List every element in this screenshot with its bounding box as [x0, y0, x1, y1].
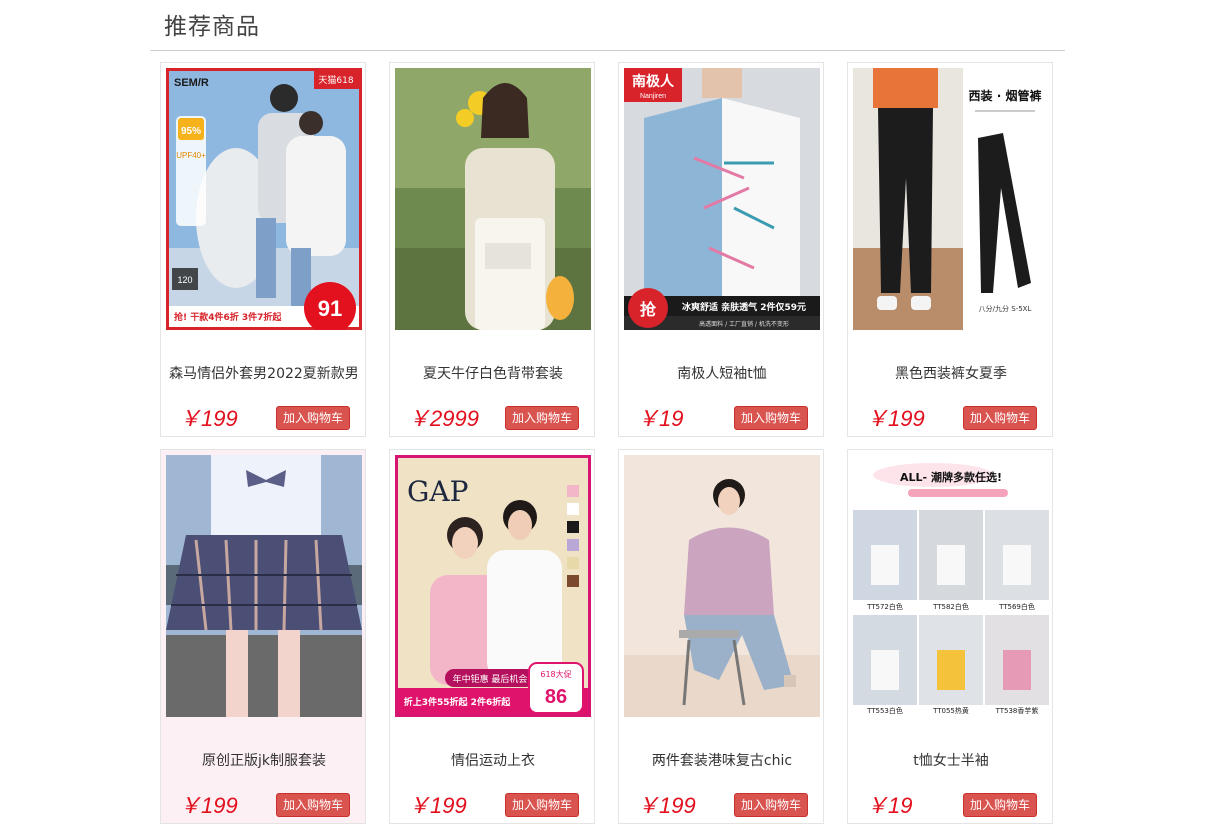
variant-caption: TT553白色 [866, 706, 903, 715]
brand-logo: 南极人 [632, 73, 675, 90]
promo-tag: 年中钜惠 最后机会 [453, 673, 528, 685]
promo-price: 91 [318, 296, 342, 321]
size-note: 八分/九分 S-5XL [979, 304, 1032, 313]
product-price: ￥19 [866, 793, 913, 818]
promo-banner: 折上3件55折起 2件6折起 [404, 696, 511, 708]
product-card[interactable]: 95% UPF40+ 120 SEM/R 天猫618 抢! 干款4件6折 3件7… [160, 62, 366, 437]
product-name[interactable]: 森马情侣外套男2022夏新款男 [161, 363, 367, 383]
brand-sub: Nanjiren [640, 93, 666, 100]
promo-label: 618大促 [540, 669, 571, 679]
add-to-cart-button[interactable]: 加入购物车 [504, 406, 579, 430]
product-price: ￥2999 [408, 406, 479, 431]
product-name[interactable]: 夏天牛仔白色背带套装 [390, 363, 596, 383]
product-price: ￥199 [866, 406, 925, 431]
variant-caption: TT582白色 [932, 602, 969, 611]
product-price: ￥199 [408, 793, 467, 818]
product-card[interactable]: 西装 · 烟管裤 八分/九分 S-5XL 黑色西装裤女夏季 ￥199 加入购物车 [847, 62, 1053, 437]
title-divider [150, 50, 1065, 51]
add-to-cart-button[interactable]: 加入购物车 [733, 406, 808, 430]
corner-tag: 天猫618 [318, 74, 353, 86]
sub-banner: 高透面料 / 工厂直销 / 机洗不变形 [699, 320, 789, 328]
grab-badge: 抢 [640, 300, 657, 319]
product-card[interactable]: 南极人 Nanjiren 冰爽舒适 亲肤透气 2件仅59元 高透面料 / 工厂直… [618, 62, 824, 437]
brand-logo: GAP [407, 475, 468, 508]
product-image[interactable]: ALL- 潮牌多款任选! TT572白色 TT582白色 TT569白色 TT5… [853, 455, 1049, 717]
add-to-cart-button[interactable]: 加入购物车 [733, 793, 808, 817]
product-name[interactable]: t恤女士半袖 [848, 750, 1054, 770]
image-heading: 西装 · 烟管裤 [969, 88, 1042, 103]
product-image[interactable]: 西装 · 烟管裤 八分/九分 S-5XL [853, 68, 1049, 330]
product-card[interactable]: ALL- 潮牌多款任选! TT572白色 TT582白色 TT569白色 TT5… [847, 449, 1053, 824]
badge-text: UPF40+ [176, 151, 206, 160]
product-image[interactable] [624, 455, 820, 717]
product-name[interactable]: 两件套装港味复古chic [619, 750, 825, 770]
product-price: ￥199 [179, 406, 238, 431]
product-name[interactable]: 情侣运动上衣 [390, 750, 596, 770]
add-to-cart-button[interactable]: 加入购物车 [962, 406, 1037, 430]
product-price: ￥199 [179, 793, 238, 818]
product-name[interactable]: 黑色西装裤女夏季 [848, 363, 1054, 383]
promo-price: 86 [545, 686, 567, 708]
product-image[interactable] [395, 68, 591, 330]
promo-banner: 抢! 干款4件6折 3件7折起 [174, 311, 282, 323]
variant-caption: TT055热黄 [932, 706, 969, 715]
product-card[interactable]: 夏天牛仔白色背带套装 ￥2999 加入购物车 [389, 62, 595, 437]
badge-text: 120 [177, 275, 192, 285]
product-name[interactable]: 南极人短袖t恤 [619, 363, 825, 383]
product-card[interactable]: 两件套装港味复古chic ￥199 加入购物车 [618, 449, 824, 824]
add-to-cart-button[interactable]: 加入购物车 [275, 406, 350, 430]
section-title: 推荐商品 [164, 14, 260, 40]
variant-caption: TT538香芋紫 [995, 706, 1039, 715]
variant-caption: TT569白色 [998, 602, 1035, 611]
badge-text: 95% [181, 126, 201, 137]
product-image[interactable]: 95% UPF40+ 120 SEM/R 天猫618 抢! 干款4件6折 3件7… [166, 68, 362, 330]
image-heading: ALL- 潮牌多款任选! [900, 470, 1002, 484]
brand-logo: SEM/R [174, 77, 209, 89]
product-price: ￥199 [637, 793, 696, 818]
product-name[interactable]: 原创正版jk制服套装 [161, 750, 367, 770]
product-image[interactable]: 南极人 Nanjiren 冰爽舒适 亲肤透气 2件仅59元 高透面料 / 工厂直… [624, 68, 820, 330]
product-price: ￥19 [637, 406, 684, 431]
promo-banner: 冰爽舒适 亲肤透气 2件仅59元 [682, 301, 806, 313]
product-image[interactable] [166, 455, 362, 717]
add-to-cart-button[interactable]: 加入购物车 [504, 793, 579, 817]
product-card[interactable]: 原创正版jk制服套装 ￥199 加入购物车 [160, 449, 366, 824]
product-card[interactable]: GAP 年中钜惠 最后机会 折上3件55折起 2件6折起 618大促 86 情侣… [389, 449, 595, 824]
add-to-cart-button[interactable]: 加入购物车 [962, 793, 1037, 817]
variant-caption: TT572白色 [866, 602, 903, 611]
add-to-cart-button[interactable]: 加入购物车 [275, 793, 350, 817]
product-image[interactable]: GAP 年中钜惠 最后机会 折上3件55折起 2件6折起 618大促 86 [395, 455, 591, 717]
